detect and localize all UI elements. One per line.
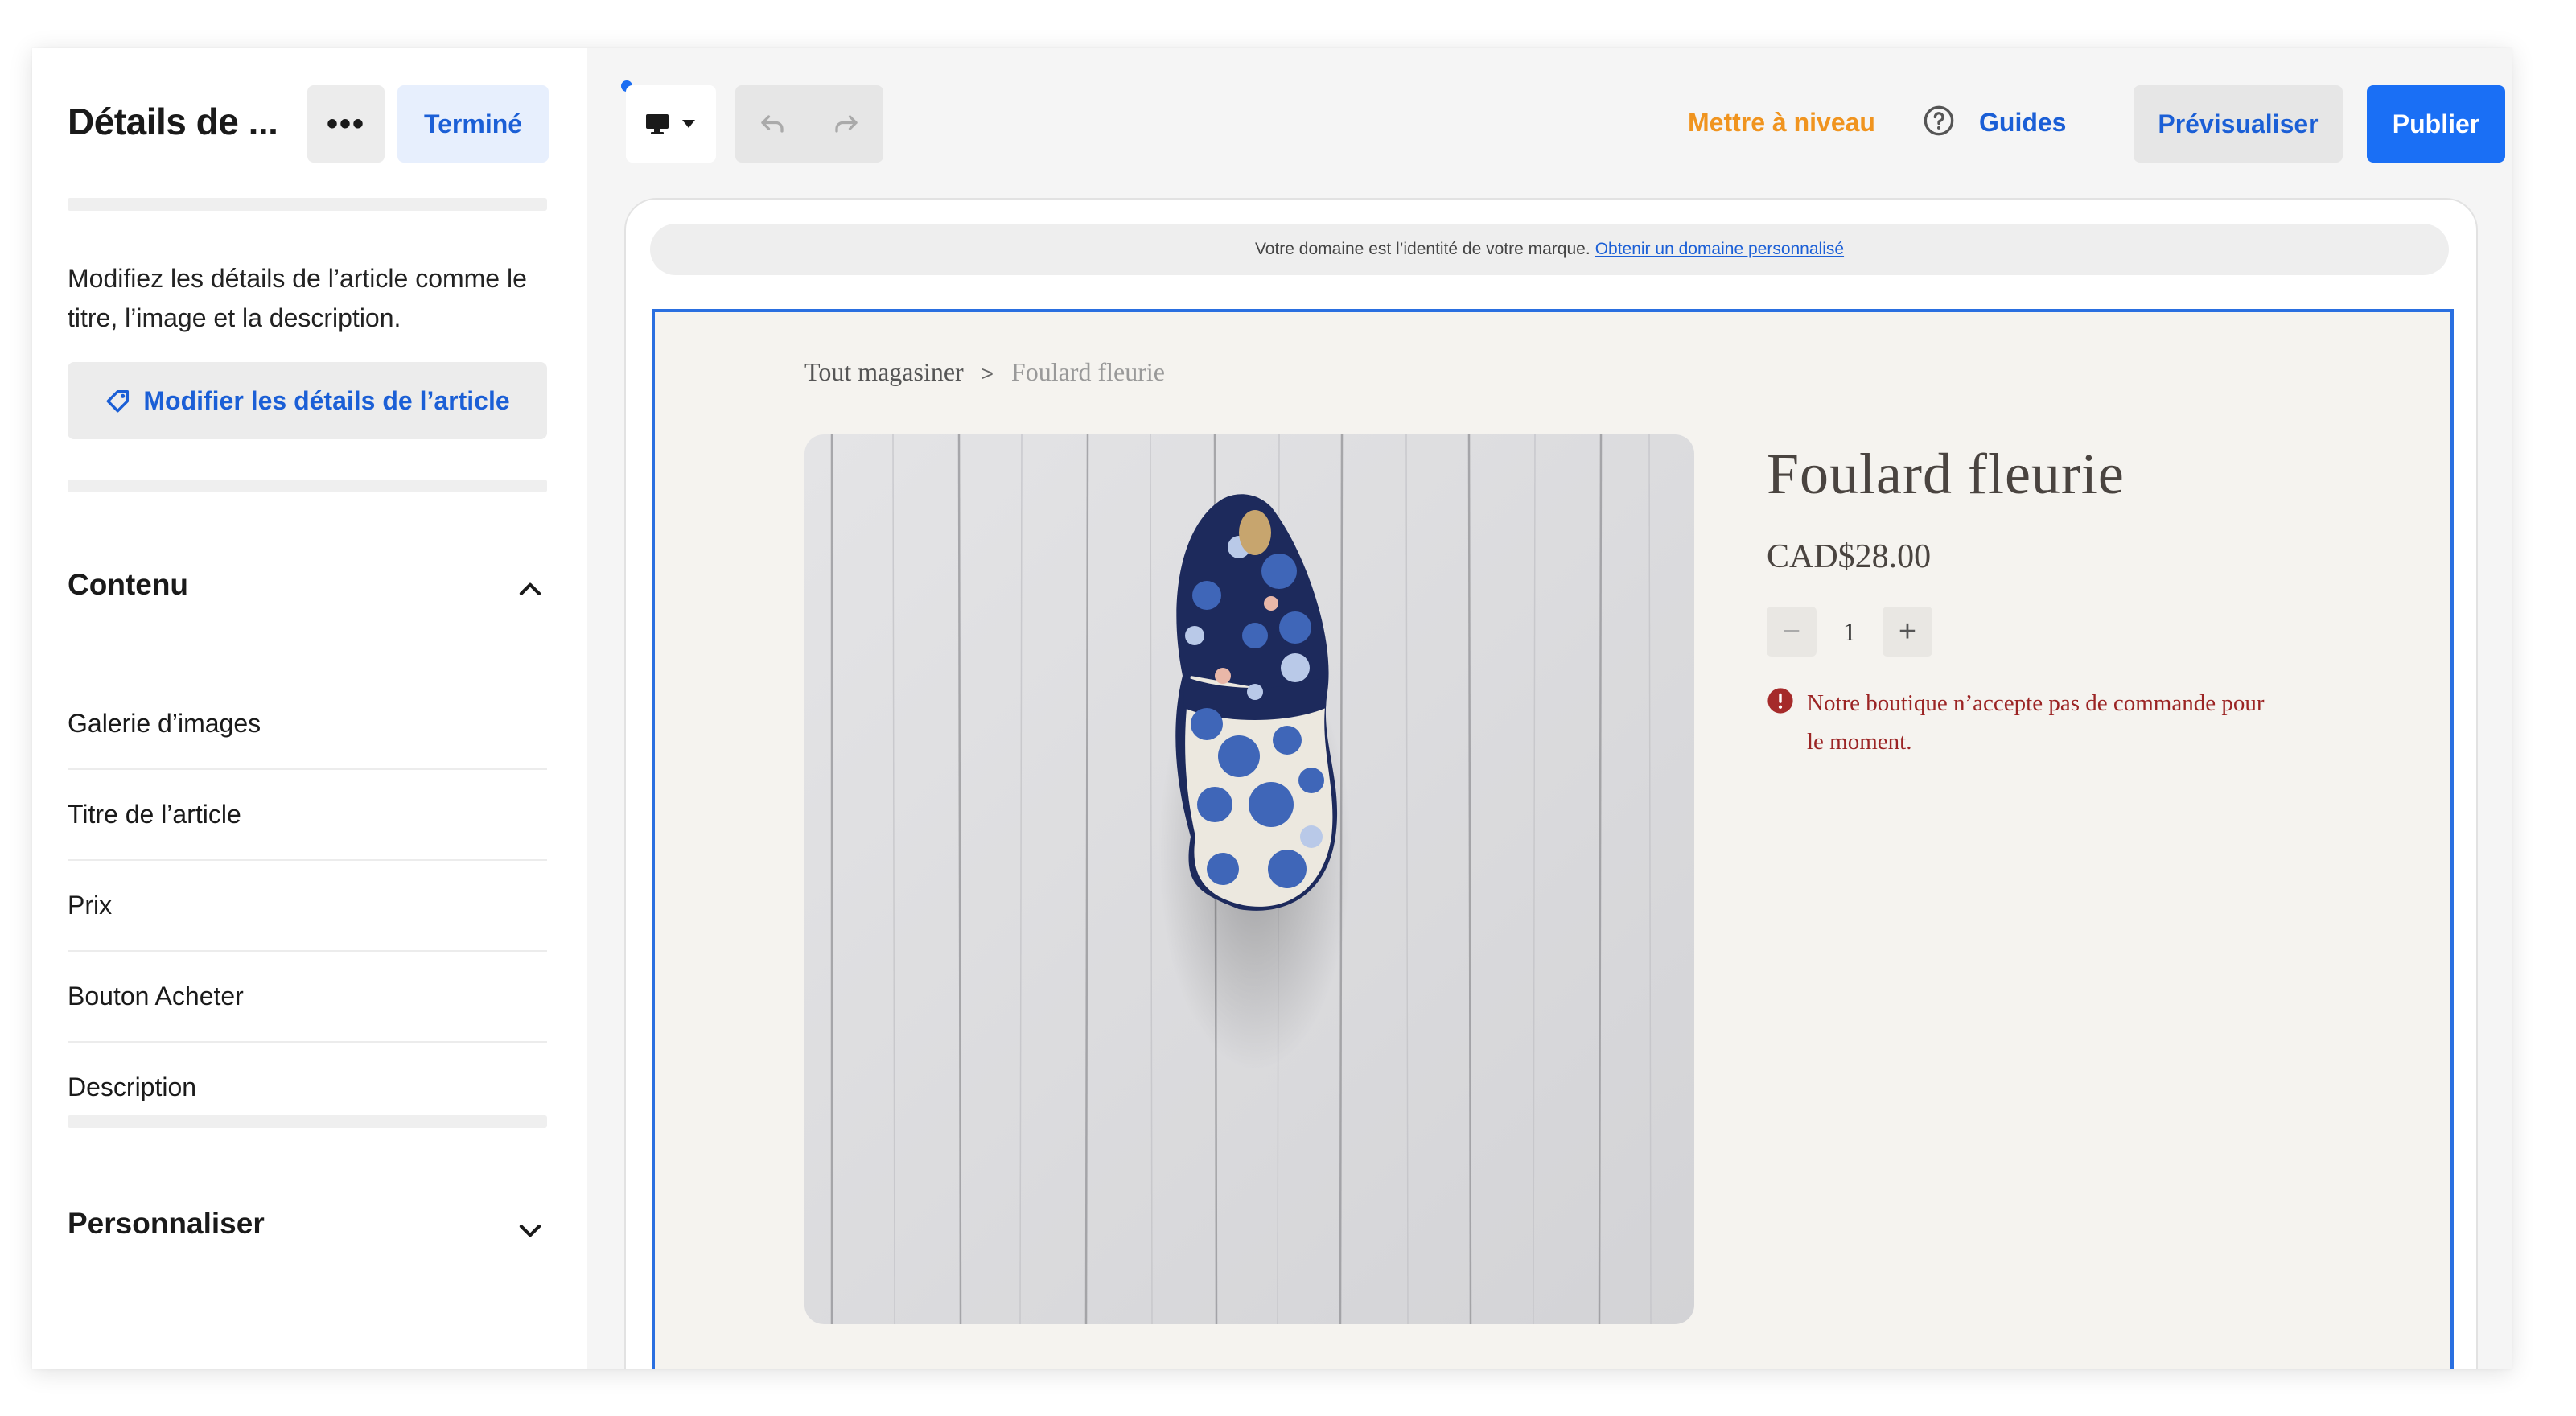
scarf-photo bbox=[804, 434, 1694, 1324]
product-title: Foulard fleurie bbox=[1767, 442, 2125, 506]
quantity-value[interactable]: 1 bbox=[1817, 617, 1883, 647]
publish-button[interactable]: Publier bbox=[2367, 85, 2505, 163]
edit-item-details-label: Modifier les détails de l’article bbox=[143, 385, 510, 415]
editor-window: Détails de ... ••• Terminé Modifiez les … bbox=[32, 48, 2512, 1369]
error-message: Notre boutique n’accepte pas de commande… bbox=[1807, 690, 2265, 755]
error-icon bbox=[1767, 688, 1793, 714]
breadcrumb-current: Foulard fleurie bbox=[1010, 357, 1165, 386]
desktop-icon bbox=[646, 114, 669, 134]
sidebar: Détails de ... ••• Terminé Modifiez les … bbox=[32, 48, 587, 1369]
upgrade-link[interactable]: Mettre à niveau bbox=[1688, 108, 1875, 138]
preview-button[interactable]: Prévisualiser bbox=[2134, 85, 2343, 163]
content-item-buy-button[interactable]: Bouton Acheter bbox=[68, 952, 547, 1043]
store-product-section[interactable]: Tout magasiner > Foulard fleurie Foulard… bbox=[652, 309, 2454, 1369]
customize-section-title[interactable]: Personnaliser bbox=[68, 1207, 265, 1241]
domain-banner: Votre domaine est l’identité de votre ma… bbox=[650, 224, 2449, 275]
divider bbox=[68, 198, 547, 211]
divider bbox=[68, 480, 547, 492]
content-item-title[interactable]: Titre de l’article bbox=[68, 770, 547, 861]
quantity-stepper: − 1 + bbox=[1767, 607, 1932, 657]
content-item-price[interactable]: Prix bbox=[68, 861, 547, 952]
chevron-up-icon[interactable] bbox=[515, 574, 545, 605]
more-options-button[interactable]: ••• bbox=[307, 85, 385, 163]
product-price: CAD$28.00 bbox=[1767, 538, 1932, 575]
product-image[interactable] bbox=[804, 434, 1694, 1324]
domain-banner-text: Votre domaine est l’identité de votre ma… bbox=[1254, 240, 1590, 258]
content-item-image-gallery[interactable]: Galerie d’images bbox=[68, 679, 547, 770]
device-selector-button[interactable] bbox=[626, 85, 716, 163]
top-toolbar: Mettre à niveau Guides Prévisualiser Pub… bbox=[587, 48, 2512, 198]
increase-quantity-button[interactable]: + bbox=[1883, 607, 1932, 657]
decrease-quantity-button[interactable]: − bbox=[1767, 607, 1817, 657]
breadcrumb-root-link[interactable]: Tout magasiner bbox=[804, 357, 964, 386]
guides-link[interactable]: Guides bbox=[1979, 108, 2066, 138]
tag-icon bbox=[106, 389, 130, 413]
divider bbox=[68, 1115, 547, 1128]
undo-redo-group bbox=[735, 85, 883, 163]
content-list: Galerie d’images Titre de l’article Prix… bbox=[68, 679, 547, 1132]
breadcrumb: Tout magasiner > Foulard fleurie bbox=[804, 357, 1165, 387]
redo-icon[interactable] bbox=[832, 112, 861, 136]
sidebar-header: Détails de ... ••• Terminé bbox=[32, 48, 587, 198]
sidebar-title: Détails de ... bbox=[68, 101, 278, 142]
checkout-error: Notre boutique n’accepte pas de commande… bbox=[1767, 684, 2265, 761]
caret-down-icon bbox=[682, 120, 695, 128]
undo-icon[interactable] bbox=[758, 112, 787, 136]
custom-domain-link[interactable]: Obtenir un domaine personnalisé bbox=[1595, 240, 1844, 259]
content-section-title[interactable]: Contenu bbox=[68, 568, 188, 602]
site-preview-canvas: Votre domaine est l’identité de votre ma… bbox=[624, 198, 2478, 1369]
breadcrumb-separator: > bbox=[981, 361, 994, 385]
done-button[interactable]: Terminé bbox=[397, 85, 549, 163]
sidebar-description: Modifiez les détails de l’article comme … bbox=[68, 264, 527, 332]
help-icon[interactable] bbox=[1923, 105, 1955, 137]
edit-item-details-button[interactable]: Modifier les détails de l’article bbox=[68, 362, 547, 439]
chevron-down-icon[interactable] bbox=[515, 1215, 545, 1245]
